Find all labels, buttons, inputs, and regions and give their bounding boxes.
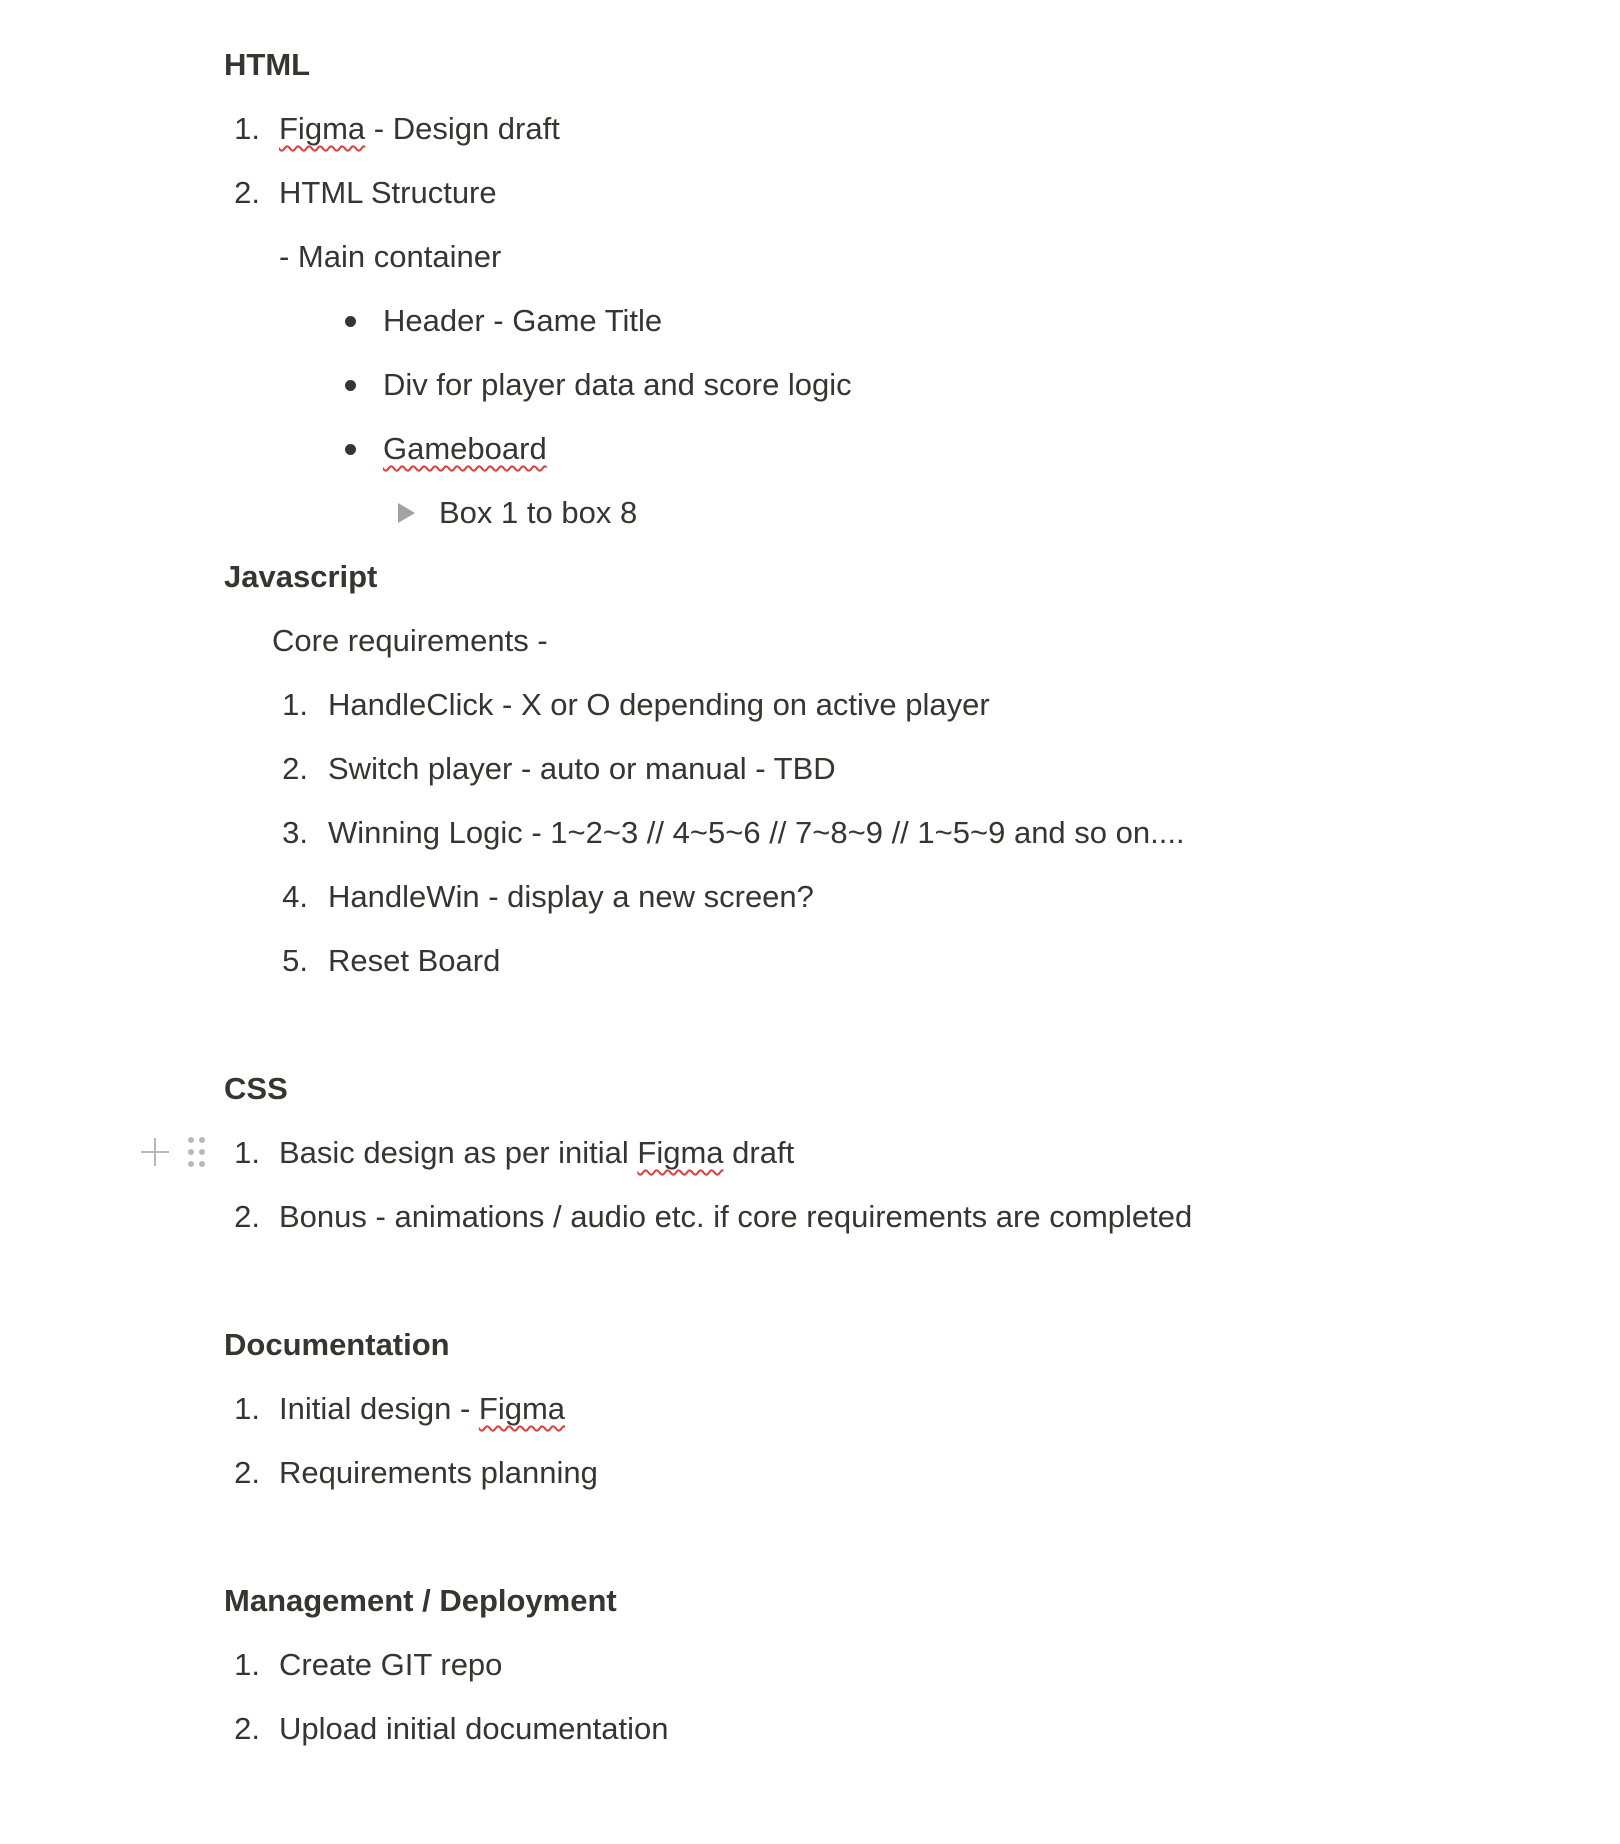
- plus-icon[interactable]: [140, 1137, 170, 1167]
- toggle-item-text[interactable]: Box 1 to box 8: [439, 493, 637, 533]
- list-number: 1.: [234, 111, 260, 146]
- list-item-text[interactable]: Reset Board: [328, 941, 500, 981]
- bullet-dot-icon: [345, 316, 356, 327]
- drag-handle-icon[interactable]: [188, 1137, 208, 1169]
- list-number: 1.: [234, 1135, 260, 1170]
- bullet-dot-icon: [345, 444, 356, 455]
- bullet-item-text[interactable]: Header - Game Title: [383, 301, 662, 341]
- list-item-text[interactable]: HTML Structure: [279, 173, 497, 213]
- list-number: 3.: [282, 815, 308, 850]
- list-number: 2.: [234, 175, 260, 210]
- list-number: 1.: [234, 1647, 260, 1682]
- list-item-text[interactable]: HandleClick - X or O depending on active…: [328, 685, 990, 725]
- intro-text[interactable]: Core requirements -: [272, 621, 548, 661]
- list-number: 2.: [234, 1711, 260, 1746]
- list-item-text[interactable]: Switch player - auto or manual - TBD: [328, 749, 836, 789]
- list-item-text[interactable]: Upload initial documentation: [279, 1709, 668, 1749]
- bullet-item-text[interactable]: Div for player data and score logic: [383, 365, 852, 405]
- list-item-text[interactable]: Initial design - Figma: [279, 1389, 565, 1429]
- list-item-text[interactable]: Basic design as per initial Figma draft: [279, 1133, 794, 1173]
- bullet-dot-icon: [345, 380, 356, 391]
- list-item-text[interactable]: Requirements planning: [279, 1453, 598, 1493]
- list-number: 2.: [282, 751, 308, 786]
- sub-item-text[interactable]: - Main container: [279, 237, 501, 277]
- list-item-text[interactable]: Figma - Design draft: [279, 109, 560, 149]
- list-number: 5.: [282, 943, 308, 978]
- bullet-item-text[interactable]: Gameboard: [383, 429, 547, 469]
- list-number: 4.: [282, 879, 308, 914]
- list-number: 2.: [234, 1455, 260, 1490]
- list-number: 1.: [234, 1391, 260, 1426]
- list-item-text[interactable]: Create GIT repo: [279, 1645, 502, 1685]
- list-number: 2.: [234, 1199, 260, 1234]
- list-number: 1.: [282, 687, 308, 722]
- list-item-text[interactable]: Winning Logic - 1~2~3 // 4~5~6 // 7~8~9 …: [328, 813, 1185, 853]
- list-item-text[interactable]: Bonus - animations / audio etc. if core …: [279, 1197, 1192, 1237]
- list-item-text[interactable]: HandleWin - display a new screen?: [328, 877, 814, 917]
- triangle-right-icon[interactable]: [398, 503, 415, 523]
